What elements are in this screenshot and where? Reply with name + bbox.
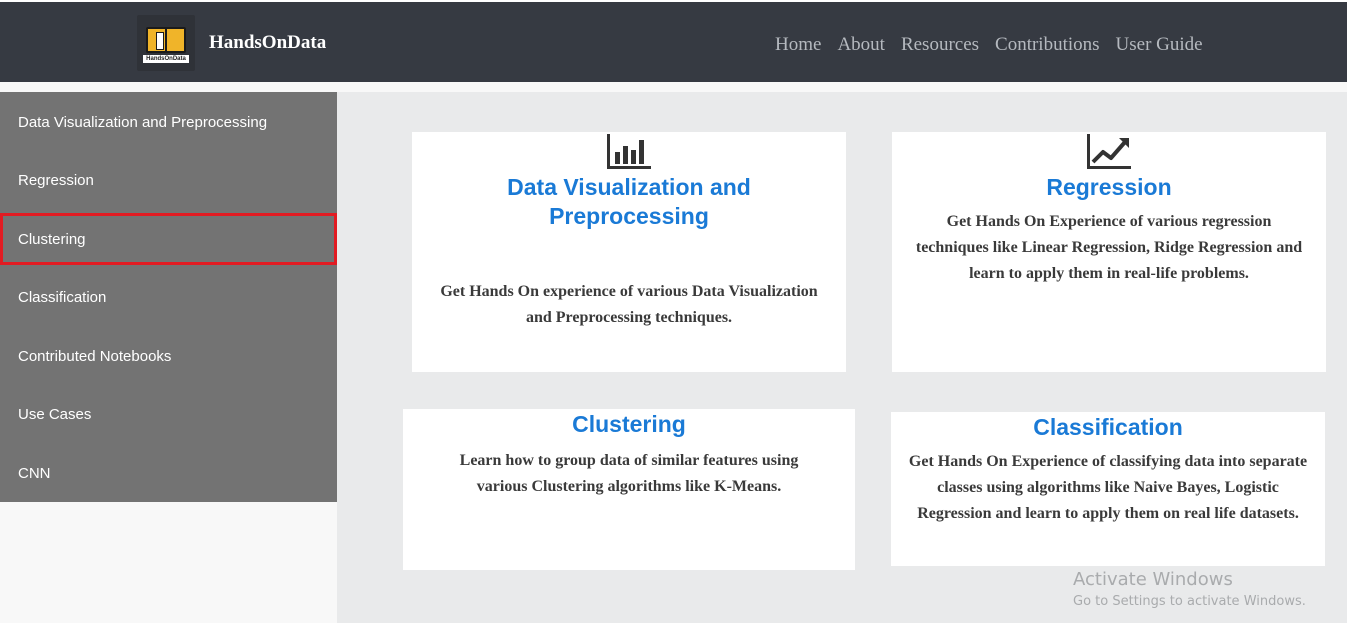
- logo[interactable]: HandsOnData: [137, 15, 195, 71]
- sidebar-item-label: Contributed Notebooks: [18, 347, 172, 365]
- card-description: Learn how to group data of similar featu…: [459, 452, 799, 495]
- sidebar: Data Visualization and Preprocessing Reg…: [0, 92, 337, 502]
- card-title[interactable]: Classification: [891, 413, 1325, 442]
- card-description: Get Hands On experience of various Data …: [440, 283, 818, 326]
- sidebar-item-label: Regression: [18, 171, 94, 189]
- card-data-visualization[interactable]: Data Visualization and Preprocessing Get…: [412, 132, 846, 372]
- top-navbar: HandsOnData HandsOnData Home About Resou…: [0, 0, 1347, 82]
- sidebar-item-label: Clustering: [18, 230, 86, 248]
- nav-user-guide[interactable]: User Guide: [1116, 34, 1203, 56]
- activate-windows-subtext: Go to Settings to activate Windows.: [1073, 594, 1306, 609]
- sidebar-item-label: Classification: [18, 288, 107, 306]
- card-description: Get Hands On Experience of classifying d…: [908, 453, 1308, 522]
- card-title[interactable]: Clustering: [403, 410, 855, 439]
- sidebar-item-classification[interactable]: Classification: [0, 271, 337, 323]
- sidebar-item-contributed-notebooks[interactable]: Contributed Notebooks: [0, 330, 337, 382]
- sidebar-item-data-visualization[interactable]: Data Visualization and Preprocessing: [0, 96, 337, 148]
- activate-windows-watermark: Activate Windows: [1073, 569, 1233, 590]
- sidebar-item-regression[interactable]: Regression: [0, 154, 337, 206]
- line-chart-icon: [1087, 134, 1131, 169]
- sidebar-item-label: Use Cases: [18, 405, 92, 423]
- card-title[interactable]: Regression: [892, 173, 1326, 202]
- card-classification[interactable]: Classification Get Hands On Experience o…: [891, 412, 1325, 566]
- card-clustering[interactable]: Clustering Learn how to group data of si…: [403, 409, 855, 570]
- bar-chart-icon: [607, 134, 651, 169]
- card-title[interactable]: Data Visualization and Preprocessing: [412, 173, 846, 231]
- sidebar-item-cnn[interactable]: CNN: [0, 447, 337, 499]
- logo-text: HandsOnData: [143, 55, 189, 63]
- brand-name[interactable]: HandsOnData: [209, 32, 326, 54]
- card-regression[interactable]: Regression Get Hands On Experience of va…: [892, 132, 1326, 372]
- sidebar-item-clustering[interactable]: Clustering: [0, 213, 337, 265]
- nav-home[interactable]: Home: [775, 34, 821, 56]
- sidebar-background: [0, 502, 337, 623]
- nav-resources[interactable]: Resources: [901, 34, 979, 56]
- sidebar-item-label: CNN: [18, 464, 51, 482]
- book-icon: [146, 27, 186, 53]
- main-nav: Home About Resources Contributions User …: [775, 34, 1219, 56]
- nav-about[interactable]: About: [837, 34, 885, 56]
- nav-contributions[interactable]: Contributions: [995, 34, 1100, 56]
- card-description: Get Hands On Experience of various regre…: [915, 213, 1303, 282]
- sidebar-item-label: Data Visualization and Preprocessing: [18, 113, 268, 131]
- sidebar-item-use-cases[interactable]: Use Cases: [0, 388, 337, 440]
